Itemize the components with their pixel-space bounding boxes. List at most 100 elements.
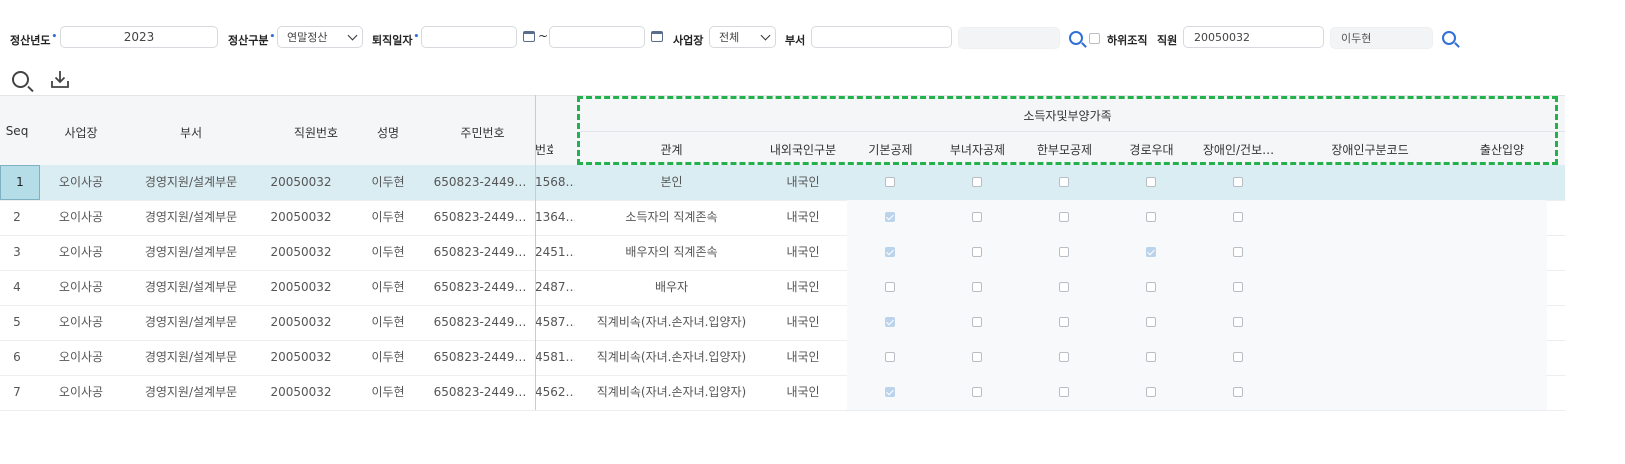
cell-nationality: 내국인	[786, 210, 820, 224]
checkbox-disabled[interactable]	[1233, 212, 1243, 222]
checkbox-disabled[interactable]	[1233, 247, 1243, 257]
cell-name: 이두현	[371, 385, 405, 399]
calendar-icon[interactable]	[523, 31, 535, 42]
frozen-column-divider[interactable]	[535, 95, 536, 410]
cell-workplace: 오이사공	[58, 280, 104, 294]
cell-dept: 경영지원/설계부문	[144, 350, 238, 364]
table-row[interactable]: 3 오이사공 경영지원/설계부문 20050032 이두현 650823-2449… 245…	[0, 235, 1565, 271]
checkbox-single-parent[interactable]	[1059, 247, 1069, 257]
checkbox-woman[interactable]	[972, 247, 982, 257]
checkbox-senior[interactable]	[1146, 177, 1156, 187]
header-resident-no[interactable]: 주민번호	[430, 124, 535, 141]
cell-relation: 직계비속(자녀.손자녀.입양자)	[596, 385, 747, 399]
cell-dept: 경영지원/설계부문	[144, 245, 238, 259]
checkbox-disabled[interactable]	[1233, 387, 1243, 397]
checkbox-basic[interactable]	[885, 247, 895, 257]
checkbox-disabled[interactable]	[1233, 177, 1243, 187]
checkbox-single-parent[interactable]	[1059, 177, 1069, 187]
checkbox-basic[interactable]	[885, 387, 895, 397]
cell-resident-no: 650823-2449…	[433, 245, 527, 259]
dept-label: 부서	[785, 34, 806, 47]
calendar-icon[interactable]	[651, 31, 663, 42]
checkbox-senior[interactable]	[1146, 247, 1156, 257]
cell-no-partial: 1568…	[535, 175, 575, 189]
checkbox-disabled[interactable]	[1233, 352, 1243, 362]
cell-relation: 배우자	[654, 280, 689, 294]
search-icon[interactable]	[1442, 31, 1456, 45]
cell-emp-no: 20050032	[270, 245, 332, 259]
cell-resident-no: 650823-2449…	[433, 210, 527, 224]
table-row[interactable]: 5 오이사공 경영지원/설계부문 20050032 이두현 650823-2449… 458…	[0, 305, 1565, 341]
checkbox-single-parent[interactable]	[1059, 352, 1069, 362]
checkbox-disabled[interactable]	[1233, 317, 1243, 327]
cell-seq: 5	[13, 315, 21, 329]
checkbox-woman[interactable]	[972, 177, 982, 187]
checkbox-basic[interactable]	[885, 282, 895, 292]
cell-nationality: 내국인	[786, 385, 820, 399]
retire-date-to-input[interactable]	[549, 26, 645, 48]
checkbox-basic[interactable]	[885, 212, 895, 222]
cell-emp-no: 20050032	[270, 280, 332, 294]
header-workplace[interactable]: 사업장	[40, 124, 122, 141]
checkbox-woman[interactable]	[972, 317, 982, 327]
checkbox-single-parent[interactable]	[1059, 282, 1069, 292]
checkbox-disabled[interactable]	[1233, 282, 1243, 292]
checkbox-senior[interactable]	[1146, 352, 1156, 362]
sub-org-checkbox[interactable]	[1089, 33, 1100, 44]
checkbox-woman[interactable]	[972, 387, 982, 397]
search-icon[interactable]	[1069, 31, 1083, 45]
year-input[interactable]: 2023	[60, 26, 218, 48]
cell-workplace: 오이사공	[58, 210, 104, 224]
workplace-select[interactable]: 전체	[709, 26, 776, 48]
table-row[interactable]: 2 오이사공 경영지원/설계부문 20050032 이두현 650823-2449… 136…	[0, 200, 1565, 236]
cell-nationality: 내국인	[786, 315, 820, 329]
header-emp-no[interactable]: 직원번호	[260, 124, 372, 141]
employee-name-field: 이두현	[1330, 27, 1433, 49]
header-seq[interactable]: Seq	[0, 124, 34, 138]
cell-relation: 소득자의 직계존속	[625, 210, 718, 224]
settle-type-select[interactable]: 연말정산	[277, 26, 363, 48]
cell-seq: 6	[13, 350, 21, 364]
table-row[interactable]: 4 오이사공 경영지원/설계부문 20050032 이두현 650823-2449… 248…	[0, 270, 1565, 306]
checkbox-woman[interactable]	[972, 212, 982, 222]
cell-workplace: 오이사공	[58, 245, 104, 259]
checkbox-basic[interactable]	[885, 177, 895, 187]
checkbox-single-parent[interactable]	[1059, 387, 1069, 397]
header-no-partial[interactable]: 번호	[535, 141, 553, 158]
checkbox-single-parent[interactable]	[1059, 212, 1069, 222]
checkbox-senior[interactable]	[1146, 387, 1156, 397]
retire-date-from-input[interactable]	[421, 26, 517, 48]
download-icon[interactable]	[50, 70, 70, 89]
cell-workplace: 오이사공	[58, 315, 104, 329]
checkbox-senior[interactable]	[1146, 212, 1156, 222]
cell-name: 이두현	[371, 315, 405, 329]
cell-no-partial: 2487…	[535, 280, 575, 294]
table-row[interactable]: 1 오이사공 경영지원/설계부문 20050032 이두현 650823-2449… 156…	[0, 165, 1565, 201]
date-range-separator: ~	[538, 29, 549, 43]
checkbox-single-parent[interactable]	[1059, 317, 1069, 327]
checkbox-woman[interactable]	[972, 352, 982, 362]
chevron-down-icon	[760, 30, 771, 40]
checkbox-basic[interactable]	[885, 352, 895, 362]
header-dept[interactable]: 부서	[130, 124, 252, 141]
cell-name: 이두현	[371, 175, 405, 189]
cell-nationality: 내국인	[786, 245, 820, 259]
cell-resident-no: 650823-2449…	[433, 350, 527, 364]
cell-relation: 직계비속(자녀.손자녀.입양자)	[596, 350, 747, 364]
checkbox-senior[interactable]	[1146, 282, 1156, 292]
cell-name: 이두현	[371, 280, 405, 294]
checkbox-senior[interactable]	[1146, 317, 1156, 327]
table-row[interactable]: 7 오이사공 경영지원/설계부문 20050032 이두현 650823-2449… 456…	[0, 375, 1565, 411]
table-row[interactable]: 6 오이사공 경영지원/설계부문 20050032 이두현 650823-2449… 458…	[0, 340, 1565, 376]
checkbox-basic[interactable]	[885, 317, 895, 327]
header-name[interactable]: 성명	[357, 124, 419, 141]
search-icon[interactable]	[12, 71, 29, 88]
employee-id-input[interactable]: 20050032	[1183, 26, 1324, 48]
cell-seq: 4	[13, 280, 21, 294]
checkbox-woman[interactable]	[972, 282, 982, 292]
chevron-down-icon	[347, 30, 358, 40]
dept-code-input[interactable]	[811, 26, 952, 48]
sub-org-label: 하위조직	[1107, 34, 1148, 47]
cell-seq[interactable]: 1	[0, 165, 40, 200]
cell-resident-no: 650823-2449…	[433, 280, 527, 294]
